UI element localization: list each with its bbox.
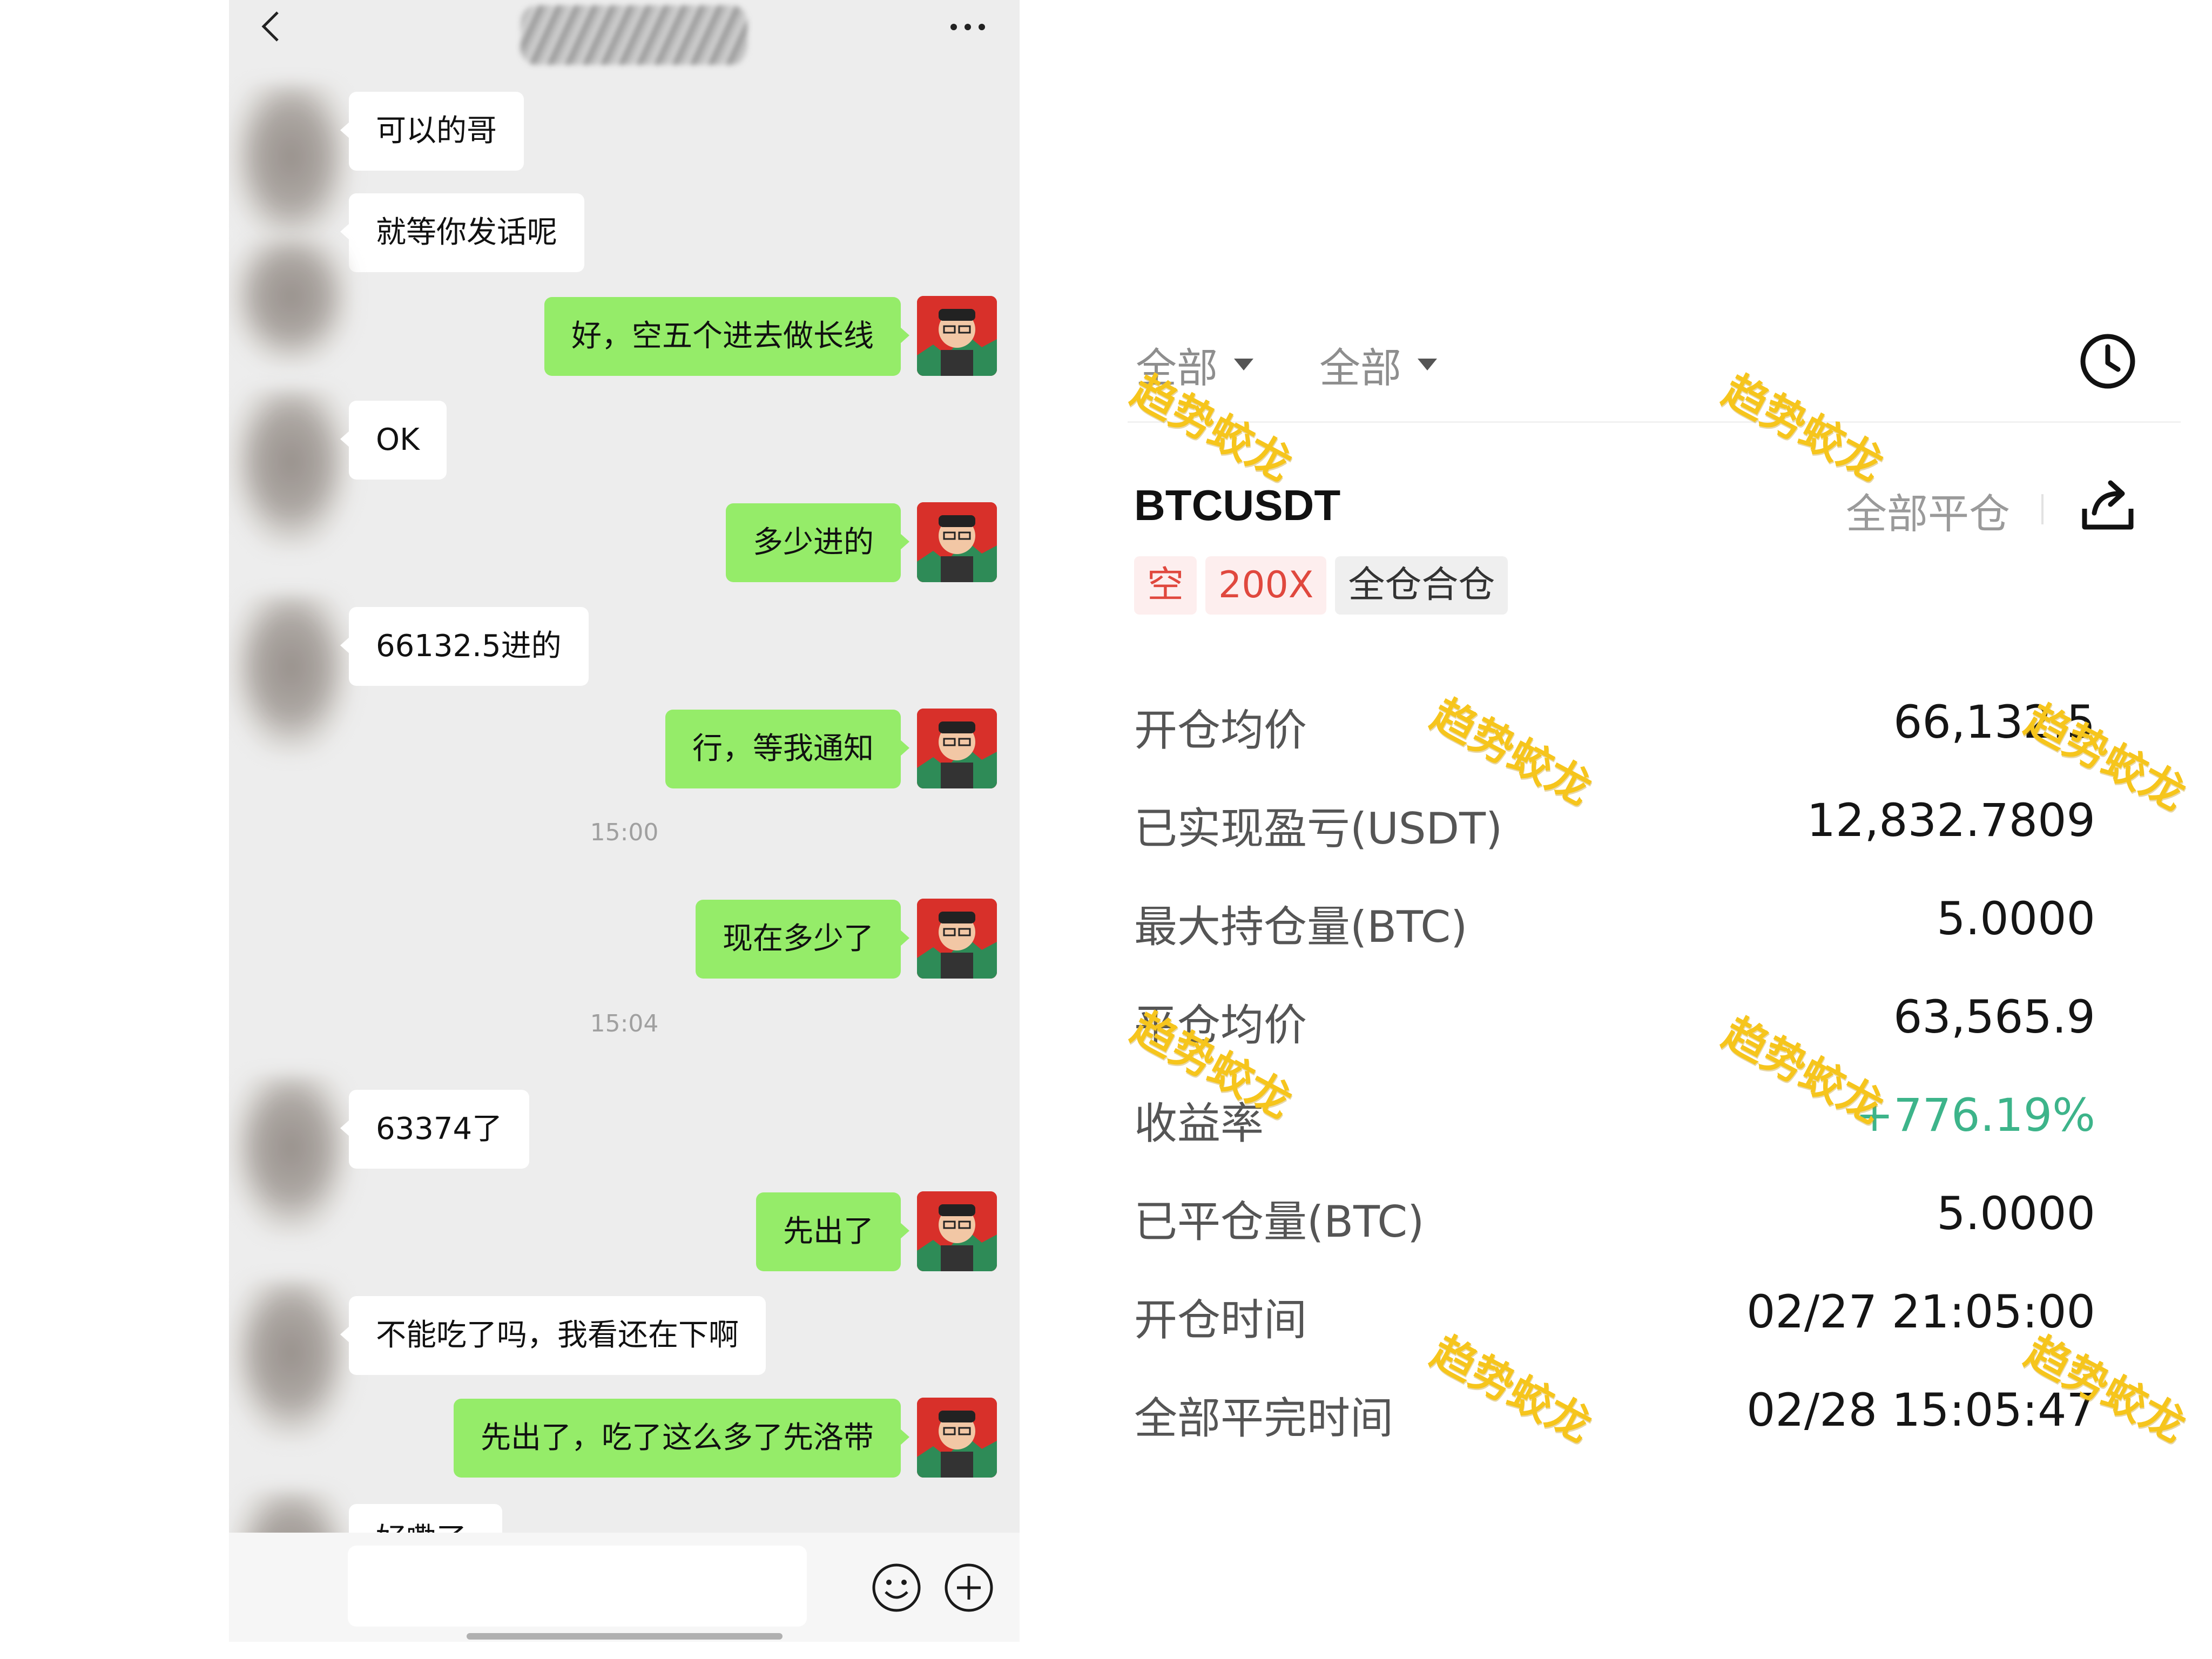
timestamp: 15:00 — [590, 819, 659, 846]
back-button[interactable] — [255, 8, 287, 45]
message-bubble-right[interactable]: 好，空五个进去做长线 — [544, 297, 909, 376]
filter-dropdown-1[interactable]: 全部 — [1136, 335, 1253, 394]
filter-label: 全部 — [1319, 344, 1401, 392]
message-bubble-right[interactable]: 先出了 — [756, 1192, 909, 1271]
detail-label: 开仓时间 — [1134, 1295, 1307, 1345]
message-bubble-right[interactable]: 现在多少了 — [696, 900, 909, 979]
detail-row: 最大持仓量(BTC) 5.0000 — [1134, 892, 2095, 952]
detail-label: 平仓均价 — [1134, 1000, 1307, 1050]
divider — [2041, 494, 2044, 524]
detail-value: 5.0000 — [1937, 1187, 2095, 1240]
message-bubble-right[interactable]: 行，等我通知 — [665, 710, 909, 788]
message-bubble-left[interactable]: 好嘞了 — [349, 1504, 502, 1533]
avatar[interactable] — [917, 709, 997, 788]
more-button[interactable] — [941, 11, 995, 43]
message-bubble-left[interactable]: 63374了 — [340, 1090, 530, 1169]
plus-circle-icon[interactable] — [943, 1562, 995, 1614]
position-history-panel: 全部 全部 BTCUSDT 全部平仓 空 200X 全仓合仓 开仓均价 66,1… — [1020, 0, 2212, 1659]
detail-row: 平仓均价 63,565.9 — [1134, 990, 2095, 1050]
chat-header — [229, 0, 1020, 65]
message-bubble-left[interactable]: 可以的哥 — [340, 92, 524, 171]
detail-label: 收益率 — [1134, 1098, 1264, 1149]
message-input[interactable] — [348, 1546, 807, 1627]
tag-direction: 空 — [1134, 556, 1197, 615]
filter-dropdown-2[interactable]: 全部 — [1319, 335, 1437, 394]
detail-value: 12,832.7809 — [1806, 794, 2095, 847]
close-all-button[interactable]: 全部平仓 — [1846, 481, 2010, 540]
detail-value: 02/27 21:05:00 — [1746, 1285, 2095, 1338]
watermark: 趋势蛟龙 — [1715, 365, 1892, 491]
timestamp: 15:04 — [590, 1010, 659, 1037]
avatar[interactable] — [917, 1398, 997, 1478]
detail-label: 全部平完时间 — [1134, 1393, 1393, 1444]
symbol-name: BTCUSDT — [1134, 481, 1341, 529]
tag-leverage: 200X — [1205, 556, 1327, 615]
avatar[interactable] — [229, 389, 353, 551]
avatar[interactable] — [917, 296, 997, 376]
home-indicator — [467, 1633, 783, 1640]
screenshot-page: 可以的哥 就等你发话呢 好，空五个进去做长线 OK 多少进的 66132.5进的… — [0, 0, 2212, 1659]
avatar — [229, 238, 353, 367]
message-bubble-right[interactable]: 先出了，吃了这么多了先洛带 — [454, 1399, 909, 1478]
position-tags: 空 200X 全仓合仓 — [1134, 556, 1508, 615]
chat-title — [521, 5, 747, 65]
detail-value: 63,565.9 — [1893, 990, 2095, 1043]
filter-label: 全部 — [1136, 344, 1218, 392]
detail-value: +776.19% — [1855, 1089, 2095, 1142]
message-bubble-left[interactable]: 66132.5进的 — [340, 607, 589, 686]
detail-value: 66,132.5 — [1893, 696, 2095, 748]
avatar[interactable] — [917, 502, 997, 582]
detail-value: 02/28 15:05:47 — [1746, 1384, 2095, 1437]
detail-row: 开仓均价 66,132.5 — [1134, 696, 2095, 756]
message-bubble-left[interactable]: 不能吃了吗，我看还在下啊 — [340, 1296, 766, 1375]
chat-input-bar — [229, 1533, 1020, 1642]
detail-row: 收益率 +776.19% — [1134, 1089, 2095, 1149]
clock-icon[interactable] — [2077, 331, 2139, 392]
avatar[interactable] — [229, 594, 353, 756]
detail-row: 已平仓量(BTC) 5.0000 — [1134, 1187, 2095, 1247]
chevron-left-icon — [261, 11, 279, 42]
avatar[interactable] — [229, 1075, 353, 1237]
caret-down-icon — [1418, 359, 1437, 370]
detail-label: 已平仓量(BTC) — [1134, 1197, 1425, 1247]
message-bubble-left[interactable]: OK — [340, 401, 447, 480]
share-icon[interactable] — [2078, 475, 2137, 535]
detail-row: 开仓时间 02/27 21:05:00 — [1134, 1285, 2095, 1345]
detail-value: 5.0000 — [1937, 892, 2095, 945]
detail-label: 已实现盈亏(USDT) — [1134, 804, 1503, 854]
avatar[interactable] — [229, 1280, 353, 1442]
detail-row: 全部平完时间 02/28 15:05:47 — [1134, 1384, 2095, 1444]
detail-label: 最大持仓量(BTC) — [1134, 902, 1468, 952]
divider — [1128, 421, 2181, 423]
more-dots-icon — [950, 24, 957, 30]
chat-panel: 可以的哥 就等你发话呢 好，空五个进去做长线 OK 多少进的 66132.5进的… — [229, 0, 1020, 1642]
caret-down-icon — [1234, 359, 1253, 370]
detail-row: 已实现盈亏(USDT) 12,832.7809 — [1134, 794, 2095, 854]
avatar[interactable] — [917, 899, 997, 979]
tag-margin-mode: 全仓合仓 — [1335, 556, 1508, 615]
avatar[interactable] — [917, 1191, 997, 1271]
message-bubble-right[interactable]: 多少进的 — [726, 503, 909, 582]
detail-label: 开仓均价 — [1134, 705, 1307, 756]
message-bubble-left[interactable]: 就等你发话呢 — [340, 193, 584, 272]
emoji-icon[interactable] — [871, 1562, 922, 1614]
avatar[interactable] — [229, 84, 353, 246]
